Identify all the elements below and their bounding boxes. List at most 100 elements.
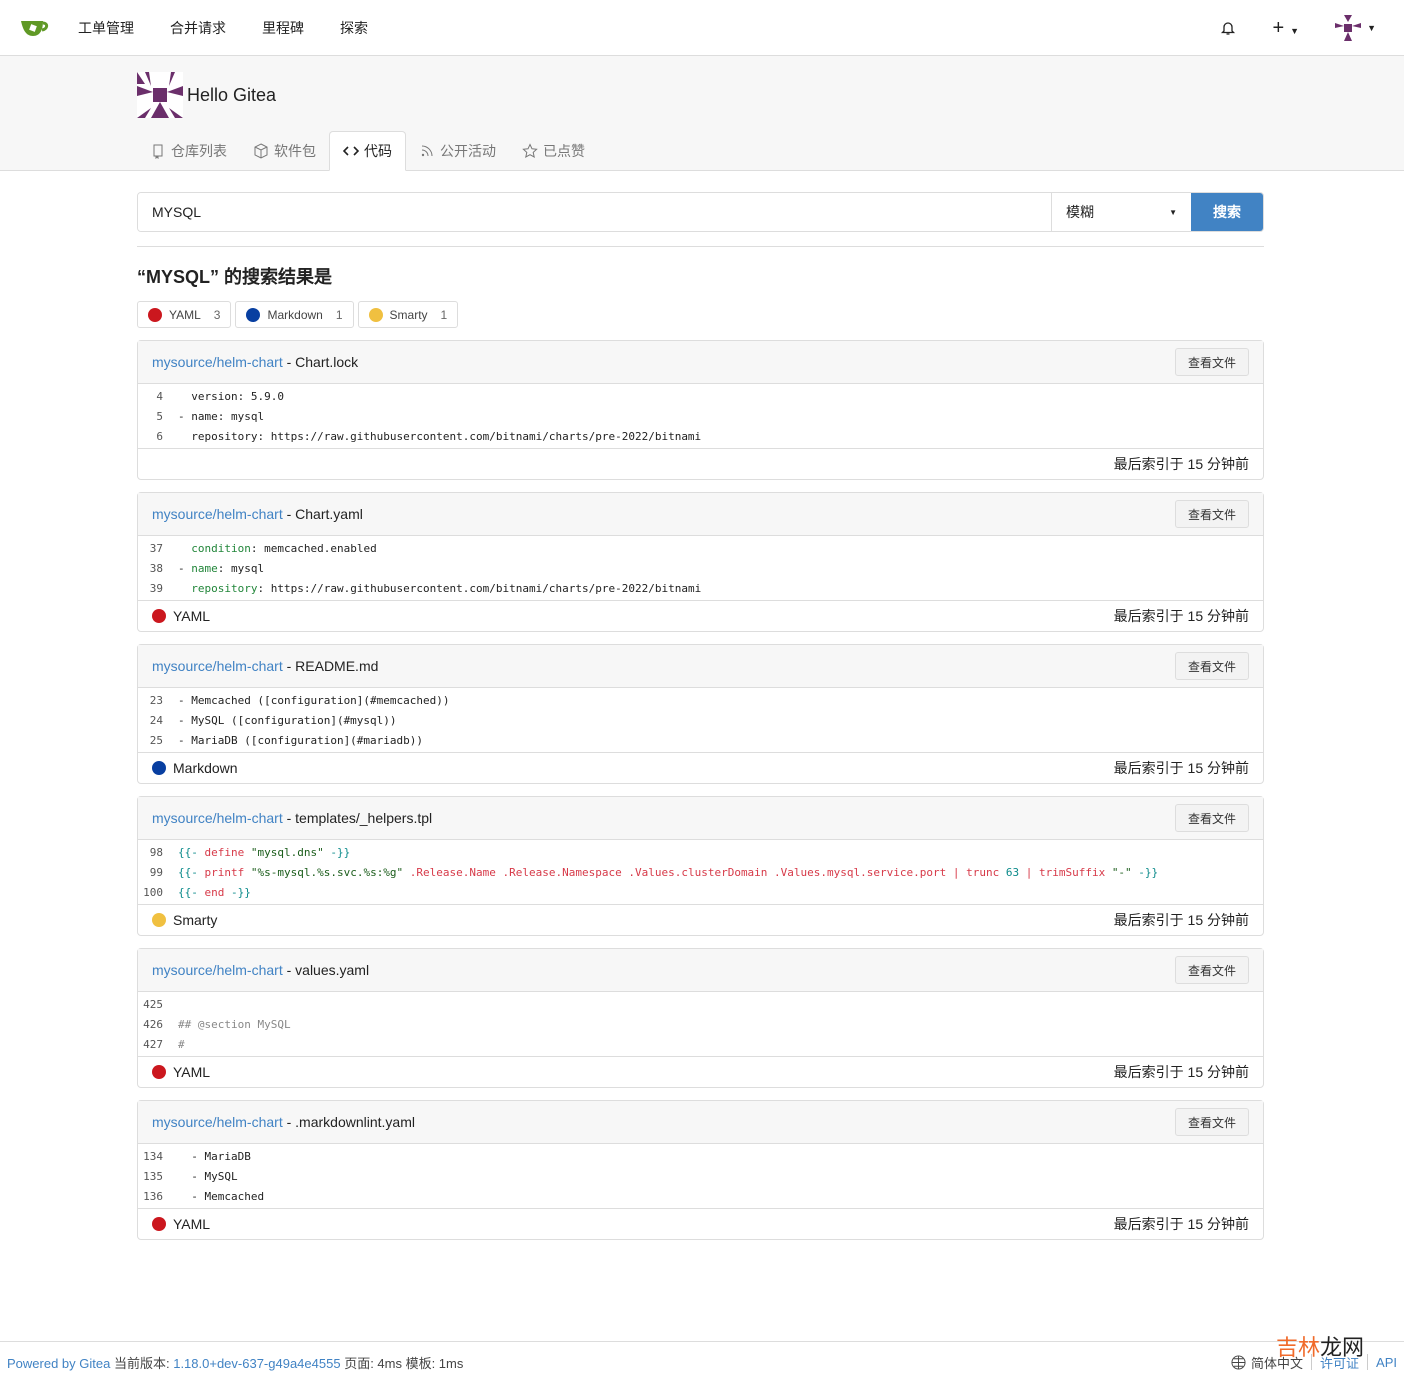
result-header: mysource/helm-chart - values.yaml 查看文件 xyxy=(138,949,1263,992)
line-number[interactable]: 134 xyxy=(138,1150,178,1163)
line-number[interactable]: 5 xyxy=(138,410,178,423)
code-line: 100 {{- end -}} xyxy=(138,882,1263,902)
code-token: .Release.Name .Release.Namespace .Values… xyxy=(403,865,1006,879)
gitea-logo[interactable] xyxy=(20,16,50,40)
line-code: - Memcached ([configuration](#memcached)… xyxy=(178,694,450,707)
nav-explore[interactable]: 探索 xyxy=(340,18,368,38)
line-number[interactable]: 427 xyxy=(138,1038,178,1051)
language-color-dot xyxy=(152,913,166,927)
search-button[interactable]: 搜索 xyxy=(1191,193,1263,231)
indexed-time: 最后索引于 15 分钟前 xyxy=(1113,1064,1249,1080)
view-file-button[interactable]: 查看文件 xyxy=(1174,348,1249,376)
line-code: - MySQL xyxy=(178,1170,237,1183)
powered-by-link[interactable]: Powered by Gitea xyxy=(7,1356,110,1371)
org-name: Hello Gitea xyxy=(187,84,277,105)
line-number[interactable]: 39 xyxy=(138,582,178,595)
code-token: | trimSuffix xyxy=(1019,865,1112,879)
line-code: repository: https://raw.githubuserconten… xyxy=(178,582,701,595)
code-line: 4 version: 5.9.0 xyxy=(138,386,1263,406)
line-number[interactable]: 425 xyxy=(138,998,178,1011)
indexed-time: 最后索引于 15 分钟前 xyxy=(1113,912,1249,928)
language-filter-markdown[interactable]: Markdown 1 xyxy=(235,301,354,328)
tab-label: 仓库列表 xyxy=(171,143,227,159)
view-file-button[interactable]: 查看文件 xyxy=(1174,500,1249,528)
tab-code[interactable]: 代码 xyxy=(329,131,406,171)
file-name: .markdownlint.yaml xyxy=(295,1114,415,1130)
language-color-dot xyxy=(152,609,166,623)
code-token: - MySQL ([configuration](#mysql)) xyxy=(178,713,397,727)
code-token: - xyxy=(178,561,192,575)
code-token: printf xyxy=(197,865,251,879)
caret-down-icon: ▼ xyxy=(1367,23,1376,33)
repo-link[interactable]: mysource/helm-chart xyxy=(152,506,283,522)
code-snippet: 98 {{- define "mysql.dns" -}} 99 {{- printf… xyxy=(138,840,1263,905)
line-number[interactable]: 6 xyxy=(138,430,178,443)
code-line: 5- name: mysql xyxy=(138,406,1263,426)
view-file-button[interactable]: 查看文件 xyxy=(1174,1108,1249,1136)
code-token: version: 5.9.0 xyxy=(178,389,284,403)
language-filter-yaml[interactable]: YAML 3 xyxy=(137,301,232,328)
repo-link[interactable]: mysource/helm-chart xyxy=(152,810,283,826)
code-token: - Memcached xyxy=(178,1189,265,1203)
repo-link[interactable]: mysource/helm-chart xyxy=(152,354,283,370)
code-token: end xyxy=(197,885,231,899)
divider xyxy=(137,246,1264,247)
code-token: repository: https://raw.githubuserconten… xyxy=(178,429,702,443)
code-token: - Memcached ([configuration](#memcached)… xyxy=(178,693,450,707)
line-number[interactable]: 25 xyxy=(138,734,178,747)
version-link[interactable]: 1.18.0+dev-637-g49a4e4555 xyxy=(173,1356,340,1371)
globe-icon xyxy=(1231,1354,1246,1370)
indexed-time: 最后索引于 15 分钟前 xyxy=(1113,456,1249,472)
line-number[interactable]: 37 xyxy=(138,542,178,555)
nav-milestones[interactable]: 里程碑 xyxy=(262,18,304,38)
top-nav: 工单管理 合并请求 里程碑 探索 + ▼ ▼ xyxy=(0,0,1404,56)
code-token: : memcached.enabled xyxy=(250,541,377,555)
bell-icon[interactable] xyxy=(1220,20,1236,36)
api-link[interactable]: API xyxy=(1376,1355,1397,1370)
view-file-button[interactable]: 查看文件 xyxy=(1174,956,1249,984)
code-snippet: 23- Memcached ([configuration](#memcache… xyxy=(138,688,1263,753)
line-number[interactable]: 23 xyxy=(138,694,178,707)
code-token: condition xyxy=(191,541,251,555)
view-file-button[interactable]: 查看文件 xyxy=(1174,804,1249,832)
line-number[interactable]: 38 xyxy=(138,562,178,575)
view-file-button[interactable]: 查看文件 xyxy=(1174,652,1249,680)
tab-star[interactable]: 已点赞 xyxy=(509,131,598,171)
code-token: - MariaDB xyxy=(178,1149,251,1163)
language-name: YAML xyxy=(173,608,211,624)
line-code: repository: https://raw.githubuserconten… xyxy=(178,430,701,443)
line-number[interactable]: 135 xyxy=(138,1170,178,1183)
language-filter-smarty[interactable]: Smarty 1 xyxy=(357,301,459,328)
file-name: README.md xyxy=(295,658,379,674)
repo-link[interactable]: mysource/helm-chart xyxy=(152,658,283,674)
line-number[interactable]: 100 xyxy=(138,886,178,899)
search-input[interactable] xyxy=(138,193,1051,231)
repo-icon xyxy=(153,144,163,159)
line-code: - MariaDB xyxy=(178,1150,251,1163)
result-language: YAML xyxy=(152,1064,210,1080)
code-token: "%s-mysql.%s.svc.%s:%g" xyxy=(250,865,404,879)
line-number[interactable]: 136 xyxy=(138,1190,178,1203)
nav-issues[interactable]: 工单管理 xyxy=(78,18,134,38)
fuzzy-select[interactable]: 模糊 ▼ xyxy=(1051,193,1191,231)
line-number[interactable]: 99 xyxy=(138,866,178,879)
code-line: 136 - Memcached xyxy=(138,1186,1263,1206)
user-menu[interactable]: ▼ xyxy=(1335,15,1376,41)
code-search-form: 模糊 ▼ 搜索 xyxy=(137,192,1264,232)
code-line: 6 repository: https://raw.githubusercont… xyxy=(138,426,1263,446)
tab-repo[interactable]: 仓库列表 xyxy=(137,131,240,171)
tab-rss[interactable]: 公开活动 xyxy=(406,131,509,171)
nav-pulls[interactable]: 合并请求 xyxy=(170,18,226,38)
create-menu[interactable]: + ▼ xyxy=(1272,17,1299,40)
search-result: mysource/helm-chart - templates/_helpers… xyxy=(137,796,1264,936)
result-title: mysource/helm-chart - values.yaml xyxy=(152,962,370,978)
caret-down-icon: ▼ xyxy=(1290,25,1300,36)
line-number[interactable]: 426 xyxy=(138,1018,178,1031)
repo-link[interactable]: mysource/helm-chart xyxy=(152,962,283,978)
tab-package[interactable]: 软件包 xyxy=(240,131,329,171)
repo-link[interactable]: mysource/helm-chart xyxy=(152,1114,283,1130)
code-line: 134 - MariaDB xyxy=(138,1146,1263,1166)
line-number[interactable]: 98 xyxy=(138,846,178,859)
line-number[interactable]: 4 xyxy=(138,390,178,403)
line-number[interactable]: 24 xyxy=(138,714,178,727)
